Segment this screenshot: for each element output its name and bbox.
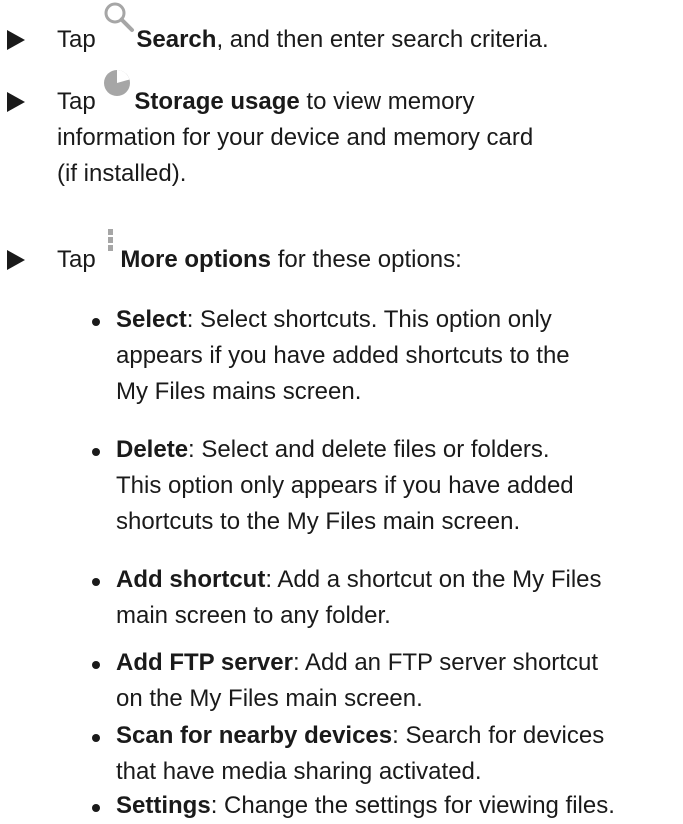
step-more-options-text: Tap More options for these options: <box>57 229 677 278</box>
option-desc-line-1: : Add a shortcut on the My Files <box>265 566 602 593</box>
option-select-text: Select: Select shortcuts. This option on… <box>116 302 681 410</box>
step-search-text: Tap Search, and then enter search criter… <box>57 2 677 58</box>
option-desc-line-1: : Select shortcuts. This option only <box>186 306 552 333</box>
bullet-dot <box>92 804 100 812</box>
option-term: Select <box>116 306 187 333</box>
step-search: Tap Search, and then enter search criter… <box>0 2 683 60</box>
arrow-bullet-icon <box>7 250 25 270</box>
storage-pie-icon-graphic <box>104 70 131 96</box>
step-suffix: for these options: <box>271 246 462 273</box>
step-prefix: Tap <box>57 26 96 53</box>
step-label: More options <box>120 246 272 273</box>
arrow-bullet-icon <box>7 92 25 112</box>
manual-page: Tap Search, and then enter search criter… <box>0 0 683 824</box>
option-add-shortcut-text: Add shortcut: Add a shortcut on the My F… <box>116 562 681 634</box>
option-term: Add shortcut <box>116 566 266 593</box>
option-term: Delete <box>116 436 189 463</box>
option-desc-line-1: : Change the settings for viewing files. <box>210 792 615 819</box>
search-icon <box>102 0 136 32</box>
step-prefix: Tap <box>57 88 96 115</box>
bullet-dot <box>92 448 100 456</box>
step-suffix: to view memory <box>299 88 475 115</box>
option-desc-line-1: : Select and delete files or folders. <box>188 436 550 463</box>
step-prefix: Tap <box>57 246 96 273</box>
option-scan-text: Scan for nearby devices: Search for devi… <box>116 718 681 790</box>
step-storage-usage: Tap Storage usage to view memory informa… <box>0 70 683 202</box>
option-desc-line-2: that have media sharing activated. <box>116 758 482 785</box>
option-desc-line-3: My Files mains screen. <box>116 378 362 405</box>
step-storage-text: Tap Storage usage to view memory informa… <box>57 70 677 192</box>
bullet-dot <box>92 661 100 669</box>
step-label: Search <box>136 26 217 53</box>
step-suffix: , and then enter search criteria. <box>216 26 549 53</box>
search-icon-graphic <box>104 2 135 32</box>
option-desc-line-2: main screen to any folder. <box>116 602 391 629</box>
more-options-icon <box>102 228 120 258</box>
arrow-bullet-icon <box>7 30 25 50</box>
step-label: Storage usage <box>134 88 300 115</box>
option-term: Settings <box>116 792 211 819</box>
option-desc-line-1: : Add an FTP server shortcut <box>292 649 598 676</box>
option-desc-line-2: This option only appears if you have add… <box>116 472 574 499</box>
step-more-options: Tap More options for these options: <box>0 229 683 280</box>
step-storage-line-1: Tap Storage usage to view memory <box>57 70 677 120</box>
storage-pie-icon <box>102 68 134 98</box>
option-desc-line-3: shortcuts to the My Files main screen. <box>116 508 521 535</box>
option-desc-line-2: on the My Files main screen. <box>116 685 423 712</box>
step-storage-line-3: (if installed). <box>57 160 187 187</box>
option-term: Add FTP server <box>116 649 293 676</box>
bullet-dot <box>92 734 100 742</box>
option-desc-line-1: : Search for devices <box>392 722 605 749</box>
option-settings-text: Settings: Change the settings for viewin… <box>116 788 681 824</box>
option-desc-line-2: appears if you have added shortcuts to t… <box>116 342 570 369</box>
bullet-dot <box>92 578 100 586</box>
option-add-ftp-server-text: Add FTP server: Add an FTP server shortc… <box>116 645 681 717</box>
more-options-icon-graphic <box>108 229 114 251</box>
bullet-dot <box>92 318 100 326</box>
step-storage-line-2: information for your device and memory c… <box>57 124 534 151</box>
option-term: Scan for nearby devices <box>116 722 393 749</box>
option-delete-text: Delete: Select and delete files or folde… <box>116 432 681 540</box>
